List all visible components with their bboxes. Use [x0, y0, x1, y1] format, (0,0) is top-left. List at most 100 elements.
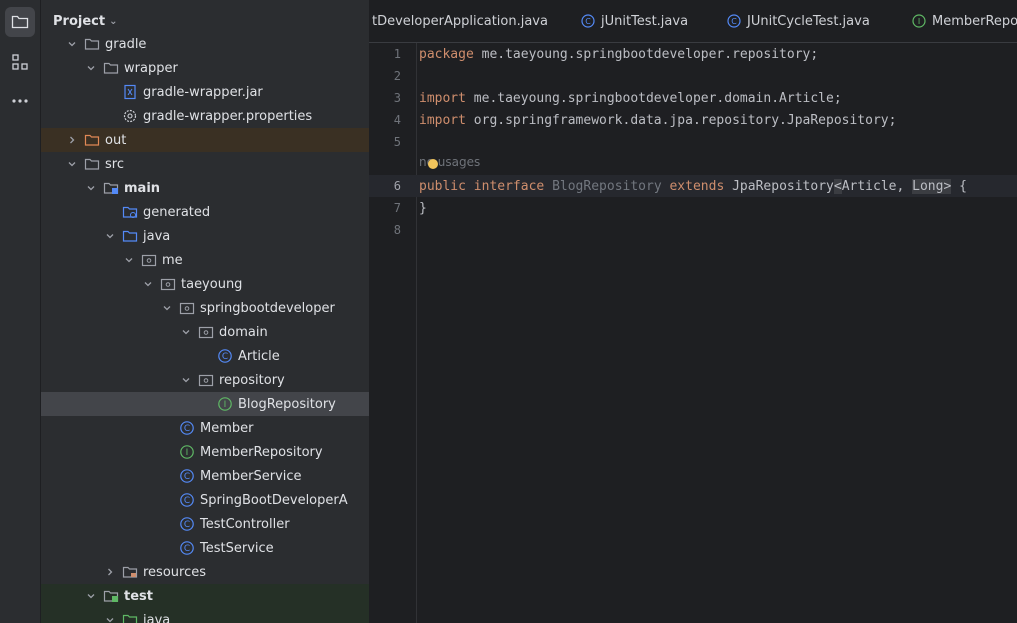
- keyword: import: [419, 90, 466, 106]
- chevron-down-icon[interactable]: [104, 614, 116, 623]
- tab-junit-test[interactable]: C jUnitTest.java: [581, 0, 688, 42]
- tree-item[interactable]: C Member: [41, 416, 369, 440]
- code-line[interactable]: 7 }: [369, 197, 1017, 219]
- tree-item[interactable]: C SpringBootDeveloperA: [41, 488, 369, 512]
- project-tool-button[interactable]: [5, 7, 35, 37]
- keyword: public: [419, 178, 466, 194]
- tab-label: jUnitTest.java: [601, 13, 689, 29]
- excluded-folder-icon: [84, 132, 100, 148]
- tree-item-label: resources: [143, 564, 207, 580]
- chevron-down-icon[interactable]: [85, 590, 97, 602]
- tree-item[interactable]: gradle-wrapper.properties: [41, 104, 369, 128]
- project-panel-header[interactable]: Project ⌄: [41, 0, 369, 42]
- tree-item-label: main: [124, 180, 161, 196]
- tab-junit-cycle-test[interactable]: C JUnitCycleTest.java: [727, 0, 870, 42]
- tree-item[interactable]: C Article: [41, 344, 369, 368]
- tree-item[interactable]: C MemberService: [41, 464, 369, 488]
- class-icon: C: [217, 348, 233, 364]
- tree-item[interactable]: me: [41, 248, 369, 272]
- more-tools-button[interactable]: [5, 86, 35, 116]
- tool-window-strip: [0, 0, 41, 623]
- import-path: org.springframework.data.jpa.repository.…: [465, 112, 897, 128]
- tree-arrow-spacer: [161, 494, 173, 506]
- line-number: 5: [393, 135, 401, 149]
- class-icon: C: [179, 420, 195, 436]
- chevron-down-icon[interactable]: [85, 182, 97, 194]
- tree-item[interactable]: springbootdeveloper: [41, 296, 369, 320]
- tree-item[interactable]: out: [41, 128, 369, 152]
- brace: {: [951, 178, 967, 194]
- chevron-down-icon[interactable]: [85, 62, 97, 74]
- chevron-down-icon[interactable]: [66, 158, 78, 170]
- line-number: 4: [393, 113, 401, 127]
- tree-item-label: gradle-wrapper.properties: [143, 108, 313, 124]
- chevron-down-icon[interactable]: [180, 326, 192, 338]
- line-number: 8: [393, 223, 401, 237]
- tab-developer-application[interactable]: tDeveloperApplication.java: [372, 0, 548, 42]
- tree-arrow-spacer: [104, 110, 116, 122]
- code-line[interactable]: 5: [369, 131, 1017, 153]
- code-line[interactable]: 8: [369, 219, 1017, 241]
- tree-item[interactable]: java: [41, 224, 369, 248]
- tree-item[interactable]: resources: [41, 560, 369, 584]
- code-line[interactable]: 1 package me.taeyoung.springbootdevelope…: [369, 43, 1017, 65]
- code-line[interactable]: 4 import org.springframework.data.jpa.re…: [369, 109, 1017, 131]
- code-text: }: [419, 200, 427, 216]
- resources-folder-icon: [122, 564, 138, 580]
- svg-text:C: C: [585, 17, 591, 26]
- line-number: 2: [393, 69, 401, 83]
- tree-item[interactable]: C TestController: [41, 512, 369, 536]
- source-folder-icon: [103, 180, 119, 196]
- tree-item-label: gradle-wrapper.jar: [143, 84, 263, 100]
- tree-item-label: MemberRepository: [200, 444, 323, 460]
- tree-item-label: me: [162, 252, 183, 268]
- line-number: 1: [393, 47, 401, 61]
- tree-arrow-spacer: [161, 518, 173, 530]
- tree-item[interactable]: I BlogRepository: [41, 392, 369, 416]
- chevron-down-icon[interactable]: [180, 374, 192, 386]
- tree-item[interactable]: C TestService: [41, 536, 369, 560]
- keyword: package: [419, 46, 474, 62]
- svg-text:C: C: [222, 352, 228, 362]
- chevron-down-icon[interactable]: [142, 278, 154, 290]
- tree-item[interactable]: main: [41, 176, 369, 200]
- code-line[interactable]: 3 import me.taeyoung.springbootdeveloper…: [369, 87, 1017, 109]
- chevron-right-icon[interactable]: [66, 134, 78, 146]
- tab-label: tDeveloperApplication.java: [372, 13, 548, 29]
- tree-item[interactable]: repository: [41, 368, 369, 392]
- package-icon: [179, 300, 195, 316]
- tree-arrow-spacer: [104, 86, 116, 98]
- tree-item-label: domain: [219, 324, 268, 340]
- tree-item[interactable]: src: [41, 152, 369, 176]
- svg-text:C: C: [731, 17, 737, 26]
- tree-item[interactable]: wrapper: [41, 56, 369, 80]
- chevron-down-icon[interactable]: [161, 302, 173, 314]
- tree-item[interactable]: gradle-wrapper.jar: [41, 80, 369, 104]
- tree-item[interactable]: taeyoung: [41, 272, 369, 296]
- chevron-down-icon[interactable]: [104, 230, 116, 242]
- tree-arrow-spacer: [161, 542, 173, 554]
- package-icon: [198, 372, 214, 388]
- tree-item-label: generated: [143, 204, 211, 220]
- chevron-down-icon[interactable]: [123, 254, 135, 266]
- tree-item[interactable]: generated: [41, 200, 369, 224]
- code-line-current[interactable]: 6 public interface BlogRepository extend…: [369, 175, 1017, 197]
- tree-item-label: wrapper: [124, 60, 178, 76]
- code-editor[interactable]: 1 package me.taeyoung.springbootdevelope…: [369, 43, 1017, 623]
- tab-member-repository[interactable]: I MemberRepo: [912, 0, 1017, 42]
- interface-name: BlogRepository: [552, 178, 662, 194]
- structure-tool-button[interactable]: [5, 47, 35, 77]
- lightbulb-icon[interactable]: [428, 159, 438, 169]
- tree-item[interactable]: test: [41, 584, 369, 608]
- line-number: 6: [393, 179, 401, 193]
- class-icon: C: [581, 14, 595, 28]
- keyword: import: [419, 112, 466, 128]
- tree-item[interactable]: java: [41, 608, 369, 623]
- chevron-right-icon[interactable]: [104, 566, 116, 578]
- folder-icon: [103, 60, 119, 76]
- tree-item[interactable]: I MemberRepository: [41, 440, 369, 464]
- chevron-down-icon[interactable]: ⌄: [109, 16, 117, 27]
- code-line[interactable]: 2: [369, 65, 1017, 87]
- tree-item[interactable]: domain: [41, 320, 369, 344]
- svg-text:C: C: [184, 496, 190, 506]
